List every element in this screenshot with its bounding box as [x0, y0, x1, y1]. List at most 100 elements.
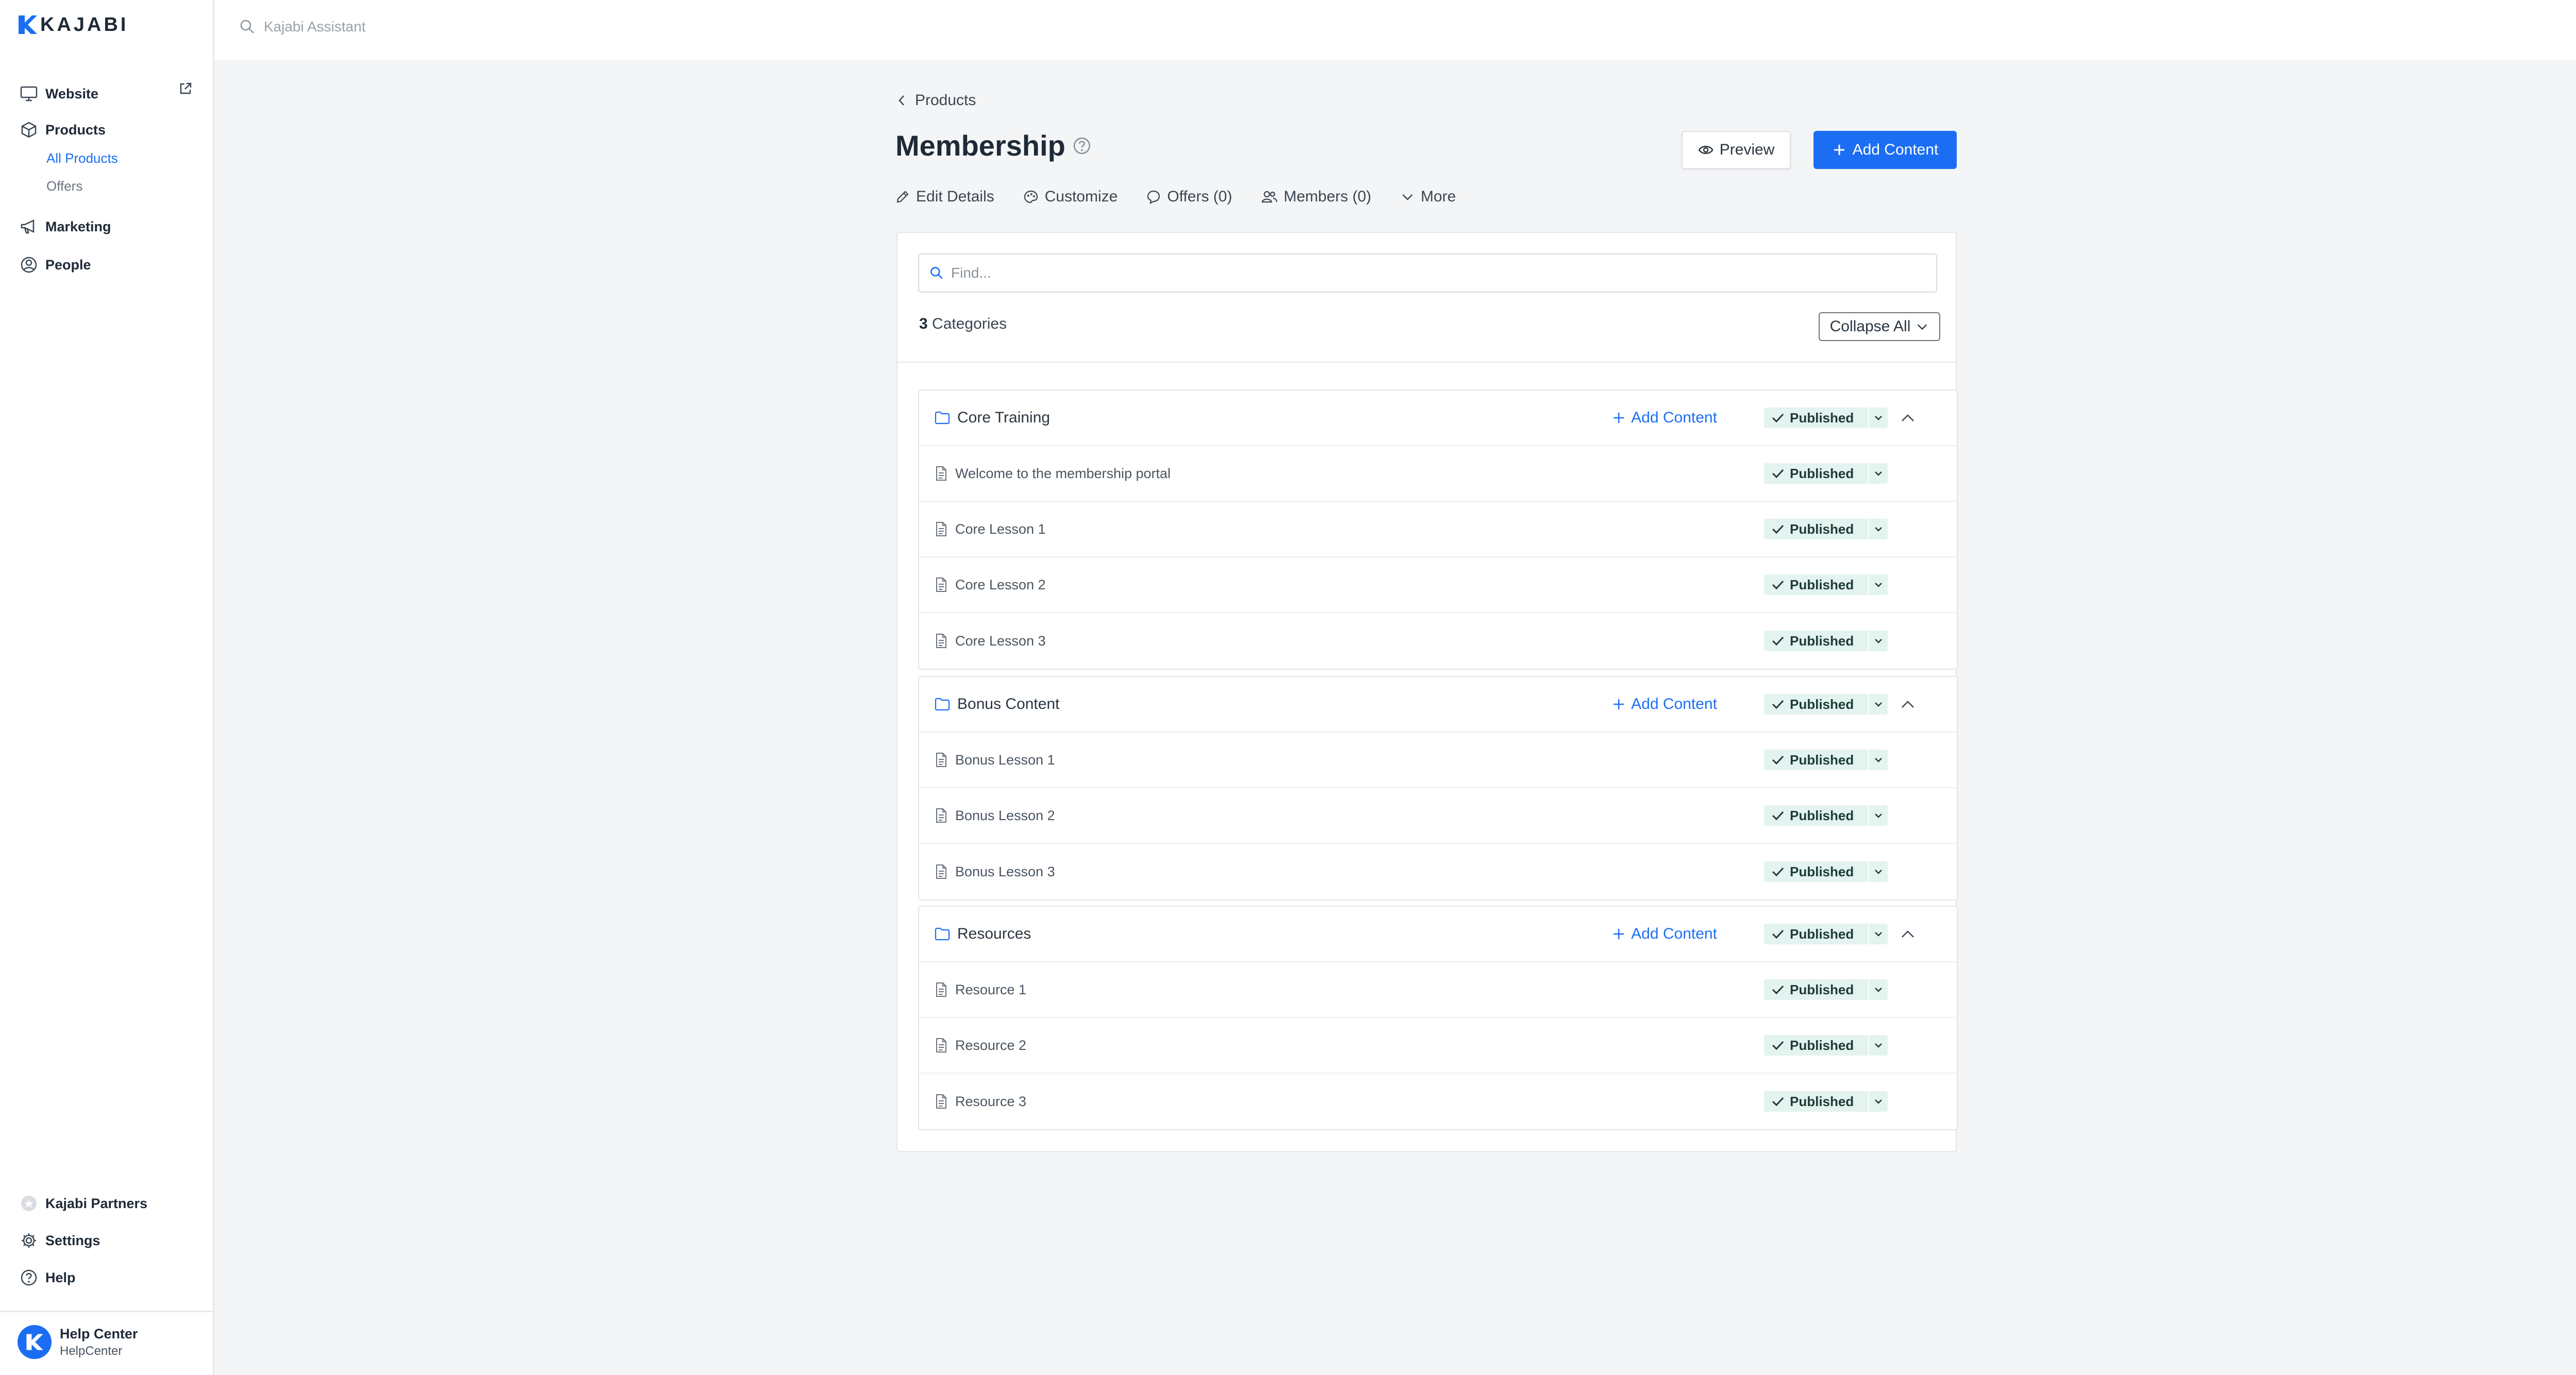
back-link[interactable]: Products — [895, 92, 976, 109]
status-badge[interactable]: Published — [1764, 750, 1888, 770]
chevron-down-icon[interactable] — [1868, 805, 1888, 826]
document-icon — [935, 521, 948, 537]
status-badge[interactable]: Published — [1764, 1091, 1888, 1112]
tab-customize[interactable]: Customize — [1023, 188, 1117, 206]
chevron-up-icon[interactable] — [1900, 699, 1916, 710]
tab-more[interactable]: More — [1400, 188, 1456, 206]
add-content-button[interactable]: Add Content — [1814, 131, 1957, 169]
chevron-down-icon[interactable] — [1868, 1091, 1888, 1112]
chevron-down-icon[interactable] — [1868, 979, 1888, 1000]
status-badge[interactable]: Published — [1764, 694, 1888, 715]
lesson-row[interactable]: Resource 1 Published — [919, 962, 1957, 1018]
status-label: Published — [1790, 521, 1854, 537]
chevron-down-icon[interactable] — [1868, 519, 1888, 539]
chevron-down-icon[interactable] — [1868, 408, 1888, 428]
help-icon[interactable] — [1073, 137, 1091, 155]
chevron-up-icon[interactable] — [1900, 412, 1916, 423]
sidebar-subitem-offers[interactable]: Offers — [46, 178, 82, 194]
sidebar-item-label: Products — [45, 122, 106, 138]
category-add-content-button[interactable]: Add Content — [1612, 925, 1717, 943]
assistant-search[interactable]: Kajabi Assistant — [239, 15, 366, 38]
status-badge[interactable]: Published — [1764, 631, 1888, 651]
chevron-down-icon[interactable] — [1868, 574, 1888, 595]
lesson-row[interactable]: Resource 3 Published — [919, 1074, 1957, 1129]
document-icon — [935, 808, 948, 823]
check-icon — [1771, 579, 1785, 590]
search-icon — [930, 267, 943, 279]
sidebar-subitem-all-products[interactable]: All Products — [46, 150, 118, 166]
category-block: Core Training Add Content Published Welcome… — [918, 389, 1958, 670]
document-icon — [935, 752, 948, 768]
document-icon — [935, 466, 948, 481]
category-add-content-button[interactable]: Add Content — [1612, 409, 1717, 427]
sidebar-item-label: Help — [45, 1269, 76, 1285]
status-badge[interactable]: Published — [1764, 1035, 1888, 1056]
status-badge[interactable]: Published — [1764, 924, 1888, 944]
status-label: Published — [1790, 863, 1854, 879]
tab-members[interactable]: Members (0) — [1261, 188, 1371, 206]
sidebar: KAJABI Website Products All Products Off… — [0, 0, 214, 1375]
document-icon — [935, 1094, 948, 1109]
chevron-down-icon[interactable] — [1868, 463, 1888, 484]
chevron-down-icon[interactable] — [1868, 1035, 1888, 1056]
lesson-row[interactable]: Bonus Lesson 3 Published — [919, 844, 1957, 899]
product-tabs: Edit Details Customize Offers (0) Member… — [895, 185, 1485, 208]
palette-icon — [1024, 190, 1038, 203]
chevron-down-icon[interactable] — [1868, 750, 1888, 770]
status-label: Published — [1790, 465, 1854, 481]
kajabi-logo-icon — [19, 15, 37, 34]
status-badge[interactable]: Published — [1764, 463, 1888, 484]
external-link-icon[interactable] — [178, 81, 193, 98]
lesson-row[interactable]: Core Lesson 3 Published — [919, 613, 1957, 669]
category-add-content-label: Add Content — [1631, 925, 1717, 942]
sidebar-item-label: Kajabi Partners — [45, 1195, 148, 1211]
preview-button[interactable]: Preview — [1682, 131, 1791, 169]
chevron-down-icon[interactable] — [1868, 924, 1888, 944]
lesson-row[interactable]: Core Lesson 1 Published — [919, 502, 1957, 557]
chevron-down-icon[interactable] — [1868, 694, 1888, 715]
category-row[interactable]: Bonus Content Add Content Published — [919, 677, 1957, 733]
tab-offers[interactable]: Offers (0) — [1146, 188, 1232, 206]
chevron-up-icon[interactable] — [1900, 928, 1916, 940]
chevron-down-icon[interactable] — [1868, 631, 1888, 651]
lesson-row[interactable]: Bonus Lesson 1 Published — [919, 733, 1957, 788]
sidebar-item-people[interactable]: People — [19, 253, 91, 276]
document-icon — [935, 633, 948, 649]
chevron-down-icon[interactable] — [1868, 861, 1888, 882]
sidebar-item-marketing[interactable]: Marketing — [19, 215, 111, 238]
document-icon — [935, 1038, 948, 1053]
status-badge[interactable]: Published — [1764, 574, 1888, 595]
plus-icon — [1612, 697, 1626, 711]
folder-icon — [935, 411, 950, 425]
check-icon — [1771, 810, 1785, 821]
status-badge[interactable]: Published — [1764, 805, 1888, 826]
category-row[interactable]: Core Training Add Content Published — [919, 391, 1957, 446]
plus-icon — [1612, 927, 1626, 941]
sidebar-item-website[interactable]: Website — [19, 82, 98, 105]
lesson-row[interactable]: Bonus Lesson 2 Published — [919, 788, 1957, 844]
status-badge[interactable]: Published — [1764, 408, 1888, 428]
category-add-content-button[interactable]: Add Content — [1612, 695, 1717, 713]
kajabi-logo[interactable]: KAJABI — [19, 14, 128, 36]
sidebar-item-settings[interactable]: Settings — [19, 1229, 100, 1252]
tab-edit-details[interactable]: Edit Details — [895, 188, 994, 206]
lesson-name: Core Lesson 2 — [955, 576, 1046, 592]
sidebar-item-kajabi-partners[interactable]: Kajabi Partners — [19, 1192, 147, 1215]
sidebar-item-products[interactable]: Products — [19, 118, 106, 141]
sidebar-item-help[interactable]: Help — [19, 1266, 76, 1289]
check-icon — [1771, 984, 1785, 995]
account-switcher[interactable]: Help Center HelpCenter — [18, 1325, 138, 1359]
lesson-row[interactable]: Welcome to the membership portal Publishe… — [919, 446, 1957, 502]
status-label: Published — [1790, 576, 1854, 592]
lesson-name: Welcome to the membership portal — [955, 465, 1171, 481]
status-badge[interactable]: Published — [1764, 979, 1888, 1000]
category-row[interactable]: Resources Add Content Published — [919, 907, 1957, 962]
lesson-row[interactable]: Core Lesson 2 Published — [919, 557, 1957, 613]
status-badge[interactable]: Published — [1764, 519, 1888, 539]
collapse-all-button[interactable]: Collapse All — [1819, 312, 1940, 341]
lesson-row[interactable]: Resource 2 Published — [919, 1018, 1957, 1074]
folder-icon — [935, 927, 950, 941]
status-badge[interactable]: Published — [1764, 861, 1888, 882]
find-input[interactable]: Find... — [918, 253, 1937, 293]
sidebar-item-label: Marketing — [45, 218, 111, 234]
